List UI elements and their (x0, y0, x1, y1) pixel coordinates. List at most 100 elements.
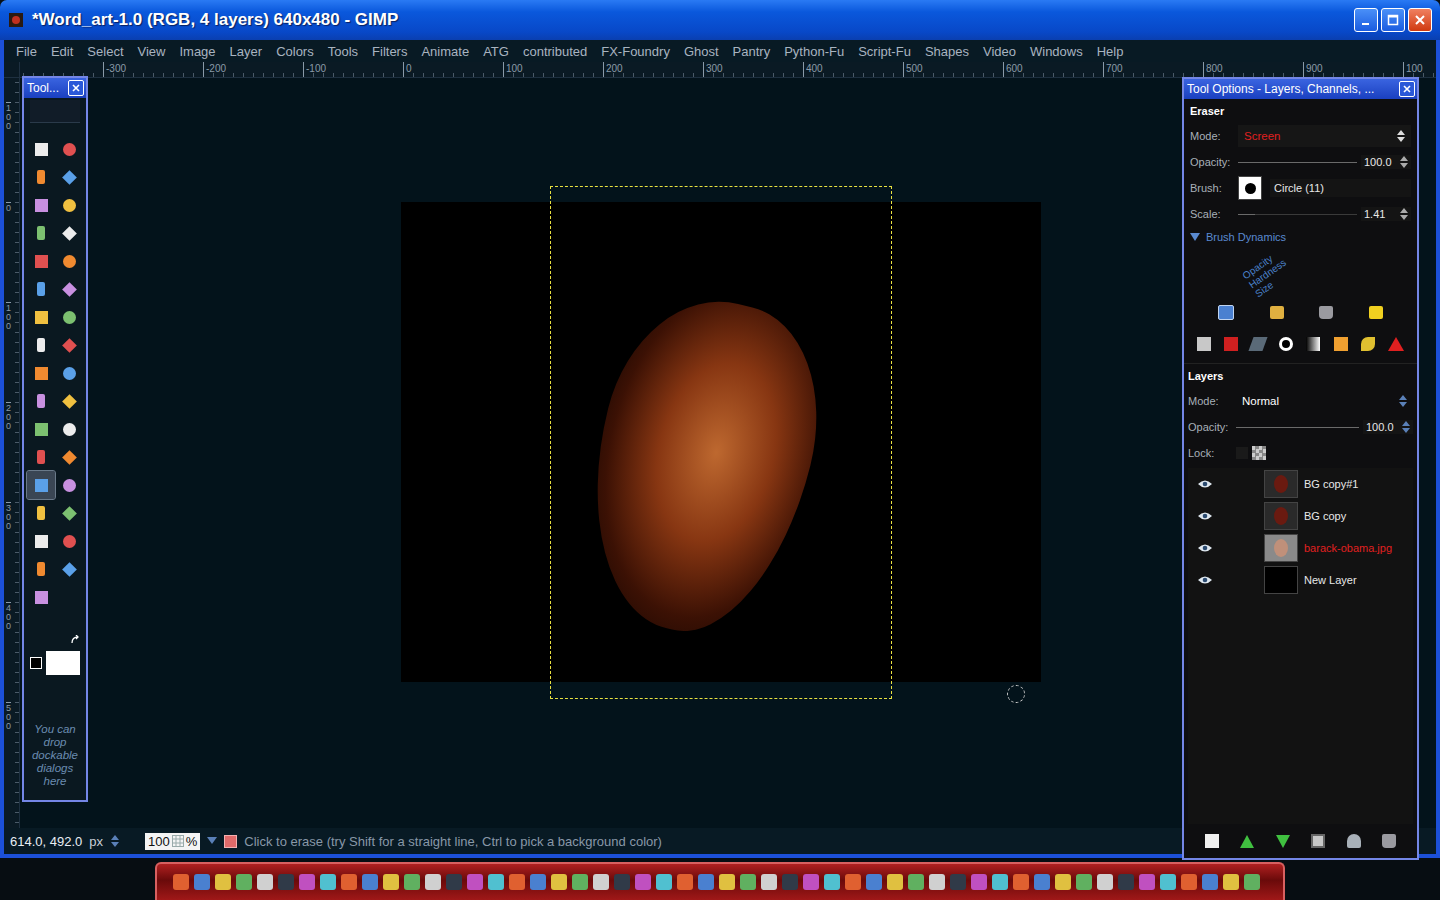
menu-item[interactable]: ATG (483, 44, 509, 59)
tool-button[interactable] (27, 219, 55, 247)
tool-button[interactable] (55, 303, 83, 331)
slider-track[interactable] (1236, 427, 1359, 428)
chain-toggle[interactable] (1220, 508, 1258, 524)
taskbar-app-icon[interactable] (950, 874, 966, 890)
taskbar-app-icon[interactable] (425, 874, 441, 890)
layer-action-icon[interactable] (1240, 835, 1254, 848)
tool-button[interactable] (55, 219, 83, 247)
taskbar-app-icon[interactable] (530, 874, 546, 890)
tool-preset-icon[interactable] (1270, 306, 1284, 319)
tool-button[interactable] (55, 191, 83, 219)
menu-item[interactable]: View (138, 44, 166, 59)
taskbar-app-icon[interactable] (929, 874, 945, 890)
taskbar-app-icon[interactable] (1160, 874, 1176, 890)
taskbar-app-icon[interactable] (278, 874, 294, 890)
dock-tab-icon[interactable] (1279, 337, 1293, 351)
visibility-toggle[interactable] (1196, 511, 1214, 521)
lock-alpha-toggle[interactable] (1236, 446, 1413, 460)
layer-action-icon[interactable] (1205, 834, 1219, 848)
taskbar-app-icon[interactable] (971, 874, 987, 890)
tool-button[interactable] (27, 191, 55, 219)
layer-action-icon[interactable] (1382, 834, 1396, 848)
taskbar-app-icon[interactable] (446, 874, 462, 890)
brush-dynamics-expander[interactable]: Brush Dynamics (1190, 227, 1411, 247)
taskbar-app-icon[interactable] (593, 874, 609, 890)
menu-item[interactable]: Animate (421, 44, 469, 59)
taskbar-app-icon[interactable] (803, 874, 819, 890)
taskbar-app-icon[interactable] (866, 874, 882, 890)
chain-toggle[interactable] (1220, 572, 1258, 588)
layer-row[interactable]: barack-obama.jpg (1188, 532, 1413, 564)
taskbar-app-icon[interactable] (383, 874, 399, 890)
dock-title-bar[interactable]: Tool Options - Layers, Channels, ... (1184, 79, 1417, 99)
taskbar-app-icon[interactable] (992, 874, 1008, 890)
slider[interactable]: 100.0 (1238, 155, 1411, 169)
close-button[interactable] (1408, 8, 1432, 32)
taskbar-app-icon[interactable] (740, 874, 756, 890)
tool-button[interactable] (27, 443, 55, 471)
menu-item[interactable]: FX-Foundry (601, 44, 670, 59)
tool-button[interactable] (55, 443, 83, 471)
tool-button[interactable] (55, 135, 83, 163)
taskbar-app-icon[interactable] (341, 874, 357, 890)
layer-row[interactable]: New Layer (1188, 564, 1413, 596)
spin-field[interactable]: 100.0 (1361, 155, 1411, 169)
dropdown-arrow-icon[interactable] (207, 837, 217, 845)
taskbar-app-icon[interactable] (173, 874, 189, 890)
tool-button[interactable] (27, 471, 55, 499)
taskbar-app-icon[interactable] (677, 874, 693, 890)
menu-item[interactable]: Shapes (925, 44, 969, 59)
tool-button[interactable] (27, 583, 55, 611)
taskbar-app-icon[interactable] (299, 874, 315, 890)
taskbar-app-icon[interactable] (908, 874, 924, 890)
tool-button[interactable] (27, 163, 55, 191)
taskbar-app-icon[interactable] (257, 874, 273, 890)
tool-button[interactable] (55, 555, 83, 583)
menu-item[interactable]: Pantry (733, 44, 771, 59)
taskbar-app-icon[interactable] (404, 874, 420, 890)
tool-button[interactable] (27, 555, 55, 583)
tool-button[interactable] (27, 275, 55, 303)
taskbar-app-icon[interactable] (887, 874, 903, 890)
taskbar-app-icon[interactable] (782, 874, 798, 890)
menu-item[interactable]: Tools (328, 44, 358, 59)
layer-row[interactable]: BG copy#1 (1188, 468, 1413, 500)
taskbar-app-icon[interactable] (236, 874, 252, 890)
chain-toggle[interactable] (1220, 540, 1258, 556)
tool-button[interactable] (27, 303, 55, 331)
taskbar-app-icon[interactable] (467, 874, 483, 890)
taskbar-app-icon[interactable] (1202, 874, 1218, 890)
toolbox-title-bar[interactable]: Tool... (24, 78, 86, 98)
taskbar-app-icon[interactable] (551, 874, 567, 890)
tool-button[interactable] (27, 527, 55, 555)
layer-opacity-slider[interactable]: 100.0 (1236, 420, 1413, 434)
menu-item[interactable]: Video (983, 44, 1016, 59)
spin-field[interactable]: 1.41 (1361, 207, 1411, 221)
menu-item[interactable]: Colors (276, 44, 314, 59)
maximize-button[interactable] (1381, 8, 1405, 32)
tool-button[interactable] (55, 527, 83, 555)
menu-item[interactable]: Layer (230, 44, 263, 59)
lock-checkbox[interactable] (1236, 447, 1248, 459)
tool-button[interactable] (27, 387, 55, 415)
menu-item[interactable]: Image (179, 44, 215, 59)
dock-tab-icon[interactable] (1334, 337, 1348, 351)
toolbox-close-button[interactable] (68, 80, 84, 96)
title-bar[interactable]: *Word_art-1.0 (RGB, 4 layers) 640x480 - … (0, 0, 1440, 40)
tool-button[interactable] (55, 359, 83, 387)
layer-action-icon[interactable] (1347, 834, 1361, 848)
taskbar-app-icon[interactable] (572, 874, 588, 890)
menu-item[interactable]: Python-Fu (784, 44, 844, 59)
tool-button[interactable] (55, 415, 83, 443)
slider-track[interactable] (1238, 162, 1357, 163)
zoom-field[interactable]: 100% (145, 833, 200, 850)
dock-tab-icon[interactable] (1197, 337, 1211, 351)
menu-item[interactable]: Select (87, 44, 123, 59)
taskbar-app-icon[interactable] (320, 874, 336, 890)
layer-action-icon[interactable] (1276, 835, 1290, 848)
tool-button[interactable] (27, 331, 55, 359)
dock-tab-icon[interactable] (1388, 337, 1404, 351)
taskbar-app-icon[interactable] (1034, 874, 1050, 890)
unit-label[interactable]: px (89, 834, 103, 849)
spin-field[interactable]: 100.0 (1363, 420, 1413, 434)
